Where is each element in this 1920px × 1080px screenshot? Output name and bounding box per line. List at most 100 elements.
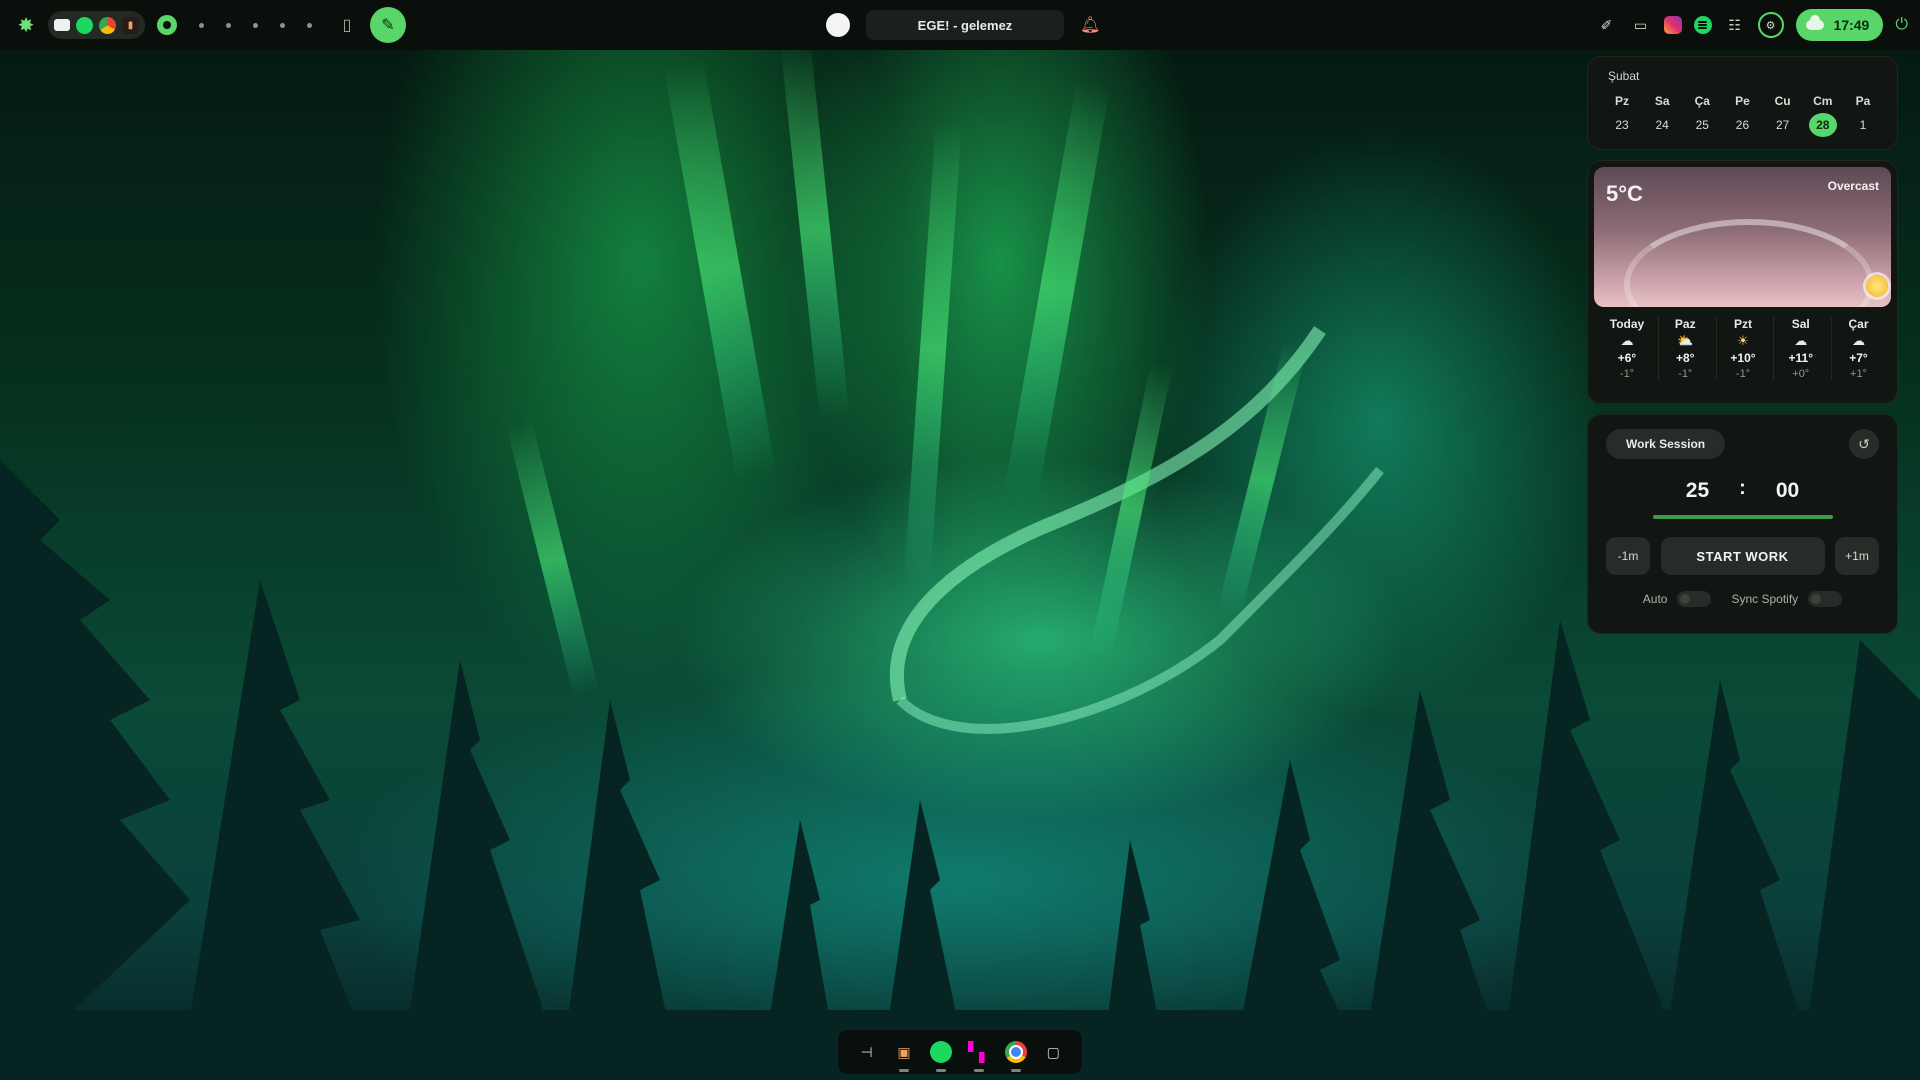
calendar-day[interactable]: 27	[1769, 113, 1797, 137]
calendar-day[interactable]: 25	[1688, 113, 1716, 137]
terminal-dock-icon[interactable]: ▣	[892, 1040, 916, 1072]
start-work-button[interactable]: START WORK	[1660, 537, 1825, 575]
timer-progress-bar	[1652, 515, 1833, 519]
timer-minutes: 25	[1685, 479, 1710, 502]
clock-weather-pill[interactable]: 17:49	[1795, 9, 1884, 41]
timer-toggles: Auto Sync Spotify	[1606, 591, 1879, 607]
equalizer-icon[interactable]: ☷	[1724, 14, 1746, 36]
pixel-app-dock-icon[interactable]	[967, 1040, 991, 1072]
workspace-4[interactable]	[253, 22, 258, 28]
weekday-label: Ça	[1694, 94, 1710, 108]
media-widget: EGE! - gelemez 🔔︎	[826, 6, 1100, 44]
running-indicator	[936, 1069, 947, 1072]
running-indicator	[1010, 1069, 1021, 1072]
weekday-label: Pa	[1855, 94, 1871, 108]
forecast-list: Today ☁ +6° -1° Paz ⛅ +8° -1° Pzt ☀ +10°…	[1594, 307, 1891, 380]
pomodoro-header: Work Session ↺	[1606, 429, 1879, 459]
timer-display: 25 : 00	[1606, 476, 1879, 503]
spotify-icon[interactable]	[76, 16, 93, 34]
sidebar-toggle-icon[interactable]: ▯	[332, 10, 362, 40]
calendar-day[interactable]: 1	[1849, 113, 1877, 137]
calendar-day[interactable]: 26	[1728, 113, 1756, 137]
album-art-disc[interactable]	[826, 13, 850, 37]
sync-spotify-label: Sync Spotify	[1731, 592, 1799, 606]
cloud-icon	[1805, 15, 1824, 30]
pin-button[interactable]: ✎	[370, 7, 406, 43]
session-type-chip[interactable]: Work Session	[1606, 429, 1726, 459]
calendar-weekdays: Pz Sa Ça Pe Cu Cm Pa	[1608, 89, 1877, 113]
timer-controls: -1m START WORK +1m	[1606, 537, 1879, 575]
spotify-icon	[930, 1041, 953, 1063]
forecast-day: Çar ☁ +7° +1°	[1831, 317, 1885, 380]
forecast-low: -1°	[1678, 368, 1693, 380]
weekday-label: Sa	[1654, 94, 1670, 108]
reset-icon[interactable]: ↺	[1849, 429, 1879, 459]
forecast-high: +6°	[1617, 351, 1637, 365]
notification-bell-icon[interactable]: 🔔︎	[1080, 15, 1100, 35]
pin-dock-icon[interactable]: ⊣	[855, 1040, 879, 1064]
files-icon[interactable]	[54, 19, 70, 31]
window-dock-icon[interactable]: ▢	[1041, 1040, 1065, 1064]
chrome-dock-icon[interactable]	[1004, 1040, 1028, 1072]
forecast-low: -1°	[1619, 368, 1635, 380]
forecast-high: +11°	[1788, 351, 1814, 365]
running-indicator	[973, 1069, 984, 1072]
power-icon[interactable]: ⏻	[1895, 16, 1908, 34]
terminal-icon[interactable]: ▮	[122, 16, 139, 34]
forecast-day: Pzt ☀ +10° -1°	[1715, 317, 1770, 380]
weekday-label: Pz	[1614, 94, 1629, 108]
dock: ⊣ ▣ ▢	[838, 1030, 1082, 1074]
forecast-day-name: Çar	[1848, 317, 1869, 331]
calendar-widget: Şubat Pz Sa Ça Pe Cu Cm Pa 23 24 25 26 2…	[1587, 56, 1898, 150]
forecast-high: +10°	[1730, 351, 1756, 365]
calendar-day-today[interactable]: 28	[1808, 113, 1837, 137]
calendar-day[interactable]: 23	[1608, 113, 1636, 137]
chrome-icon	[1004, 1041, 1027, 1063]
spotify-dock-icon[interactable]	[929, 1040, 953, 1072]
forecast-day-name: Today	[1609, 317, 1645, 331]
sun-icon	[1866, 275, 1888, 297]
auto-label: Auto	[1642, 592, 1668, 606]
minus-minute-button[interactable]: -1m	[1606, 537, 1650, 575]
launcher-logo-icon[interactable]: ✸	[12, 11, 40, 39]
workspace-indicator	[157, 15, 312, 35]
forecast-high: +8°	[1676, 351, 1695, 365]
clock-time: 17:49	[1833, 17, 1870, 33]
weekday-label: Cu	[1774, 94, 1791, 108]
auto-switch[interactable]	[1677, 591, 1712, 607]
running-apps: ▮	[48, 11, 145, 39]
cloud-icon: ☁	[1794, 333, 1808, 348]
calendar-days: 23 24 25 26 27 28 1	[1608, 113, 1877, 137]
forecast-day: Paz ⛅ +8° -1°	[1657, 317, 1712, 380]
sync-spotify-toggle-group: Sync Spotify	[1731, 591, 1843, 607]
forecast-low: -1°	[1735, 368, 1751, 380]
partly-cloudy-icon: ⛅	[1677, 333, 1694, 348]
forecast-high: +7°	[1849, 351, 1868, 365]
now-playing-title[interactable]: EGE! - gelemez	[866, 10, 1064, 40]
forecast-day-name: Paz	[1674, 317, 1696, 331]
chrome-icon[interactable]	[99, 16, 116, 34]
shield-icon[interactable]: ⚙	[1757, 12, 1784, 38]
timer-separator: :	[1739, 476, 1746, 499]
timer-progress-fill	[1652, 515, 1833, 519]
workspace-2[interactable]	[199, 22, 204, 28]
workspace-3[interactable]	[226, 22, 231, 28]
auto-toggle-group: Auto	[1643, 591, 1712, 607]
plus-minute-button[interactable]: +1m	[1835, 537, 1879, 575]
sun-icon: ☀	[1737, 333, 1749, 348]
instagram-icon[interactable]	[1663, 16, 1682, 34]
forecast-low: +0°	[1792, 368, 1810, 380]
workspace-1-active[interactable]	[157, 15, 177, 35]
briefcase-icon[interactable]: ▭	[1630, 14, 1652, 36]
workspace-5[interactable]	[280, 22, 285, 28]
spotify-tray-icon[interactable]	[1693, 16, 1712, 34]
calendar-day[interactable]: 24	[1648, 113, 1676, 137]
running-indicator	[898, 1069, 909, 1072]
brush-icon[interactable]: ✐	[1596, 14, 1618, 36]
forecast-day-name: Sal	[1791, 317, 1810, 331]
sync-spotify-switch[interactable]	[1808, 591, 1843, 607]
weather-condition: Overcast	[1827, 179, 1879, 193]
top-bar-left: ✸ ▮ ▯ ✎	[12, 0, 406, 50]
forecast-day: Sal ☁ +11° +0°	[1773, 317, 1827, 380]
workspace-6[interactable]	[307, 22, 312, 28]
